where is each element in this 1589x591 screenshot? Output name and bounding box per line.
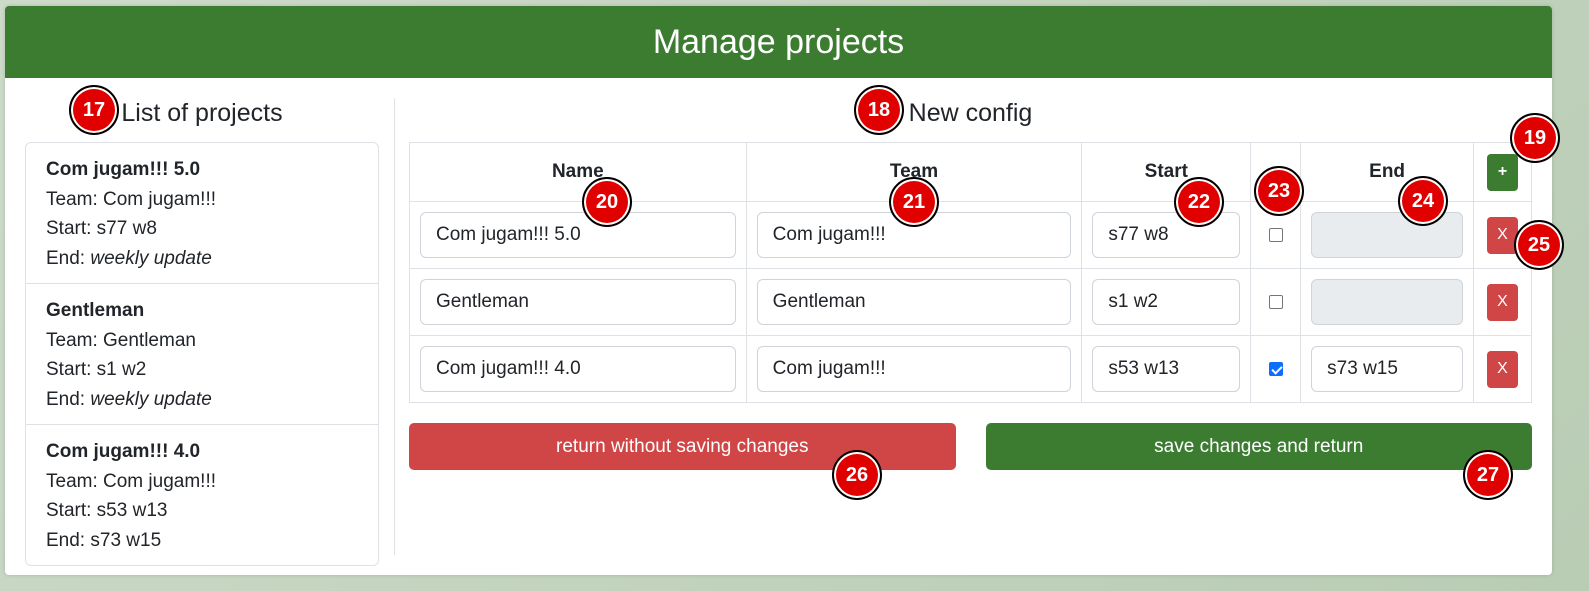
project-list: Com jugam!!! 5.0 Team: Com jugam!!! Star… xyxy=(25,142,379,566)
project-end-label: End: xyxy=(46,388,91,410)
column-header-end: End xyxy=(1300,142,1475,202)
list-item[interactable]: Com jugam!!! 4.0 Team: Com jugam!!! Star… xyxy=(26,425,378,565)
annotation-marker: 24 xyxy=(1398,176,1448,226)
project-team: Team: Com jugam!!! xyxy=(46,188,216,210)
annotation-marker: 22 xyxy=(1174,177,1224,227)
table-row: Com jugam!!! 4.0 Com jugam!!! s53 w13 s7… xyxy=(409,335,1532,403)
project-start: Start: s53 w13 xyxy=(46,500,168,521)
annotation-marker: 27 xyxy=(1463,450,1513,500)
project-start: Start: s77 w8 xyxy=(46,218,157,239)
project-name: Gentleman xyxy=(46,300,145,321)
name-input[interactable]: Com jugam!!! 5.0 xyxy=(420,212,736,258)
project-end-label: End: xyxy=(46,247,91,269)
column-header-name: Name xyxy=(409,142,747,202)
project-name: Com jugam!!! 4.0 xyxy=(46,441,201,462)
project-team: Team: Gentleman xyxy=(46,329,196,351)
page-title: Manage projects xyxy=(652,22,905,61)
project-end: End: s73 w15 xyxy=(46,526,358,556)
project-name: Com jugam!!! 5.0 xyxy=(46,159,201,180)
has-end-checkbox[interactable] xyxy=(1268,227,1283,242)
project-end: End: weekly update xyxy=(46,244,358,274)
project-end-label: End: xyxy=(46,529,91,551)
remove-row-button[interactable]: X xyxy=(1487,350,1518,388)
annotation-marker: 18 xyxy=(854,85,904,135)
start-input[interactable]: s1 w2 xyxy=(1092,279,1241,325)
add-row-button[interactable]: + xyxy=(1487,153,1518,191)
annotation-marker: 19 xyxy=(1510,113,1560,163)
manage-projects-card: Manage projects List of projects Com jug… xyxy=(5,6,1552,575)
table-header-row: Name Team Start End + xyxy=(409,142,1532,202)
save-button[interactable]: save changes and return xyxy=(985,423,1532,470)
has-end-checkbox[interactable] xyxy=(1268,294,1283,309)
project-end-value: weekly update xyxy=(90,388,212,410)
action-buttons: return without saving changes save chang… xyxy=(409,423,1532,470)
column-header-start: Start xyxy=(1081,142,1252,202)
start-input[interactable]: s77 w8 xyxy=(1092,212,1241,258)
config-panel: New config Name Team Start End + Com jug… xyxy=(409,78,1532,470)
annotation-marker: 25 xyxy=(1514,220,1564,270)
annotation-marker: 26 xyxy=(832,450,882,500)
annotation-marker: 17 xyxy=(69,85,119,135)
annotation-marker: 20 xyxy=(582,177,632,227)
project-end-value: weekly update xyxy=(90,247,212,269)
list-item[interactable]: Gentleman Team: Gentleman Start: s1 w2 E… xyxy=(26,284,378,425)
end-input[interactable]: s73 w15 xyxy=(1311,346,1464,392)
team-input[interactable]: Gentleman xyxy=(756,279,1072,325)
annotation-marker: 21 xyxy=(889,177,939,227)
remove-row-button[interactable]: X xyxy=(1487,283,1518,321)
end-input xyxy=(1311,279,1464,325)
config-title: New config xyxy=(908,99,1033,127)
team-input[interactable]: Com jugam!!! xyxy=(756,346,1072,392)
project-end-value: s73 w15 xyxy=(90,529,162,551)
list-item[interactable]: Com jugam!!! 5.0 Team: Com jugam!!! Star… xyxy=(26,143,378,284)
name-input[interactable]: Gentleman xyxy=(420,279,736,325)
table-row: Gentleman Gentleman s1 w2 X xyxy=(409,268,1532,336)
annotation-marker: 23 xyxy=(1254,166,1304,216)
project-start: Start: s1 w2 xyxy=(46,359,147,380)
start-input[interactable]: s53 w13 xyxy=(1092,346,1241,392)
project-team: Team: Com jugam!!! xyxy=(46,470,216,492)
page-header: Manage projects xyxy=(5,6,1552,78)
column-divider xyxy=(394,98,395,555)
name-input[interactable]: Com jugam!!! 4.0 xyxy=(420,346,736,392)
project-list-panel: List of projects Com jugam!!! 5.0 Team: … xyxy=(25,78,379,566)
table-row: Com jugam!!! 5.0 Com jugam!!! s77 w8 X xyxy=(409,201,1532,269)
project-end: End: weekly update xyxy=(46,385,358,415)
has-end-checkbox[interactable] xyxy=(1268,361,1283,376)
config-table: Name Team Start End + Com jugam!!! 5.0 C… xyxy=(409,142,1532,403)
